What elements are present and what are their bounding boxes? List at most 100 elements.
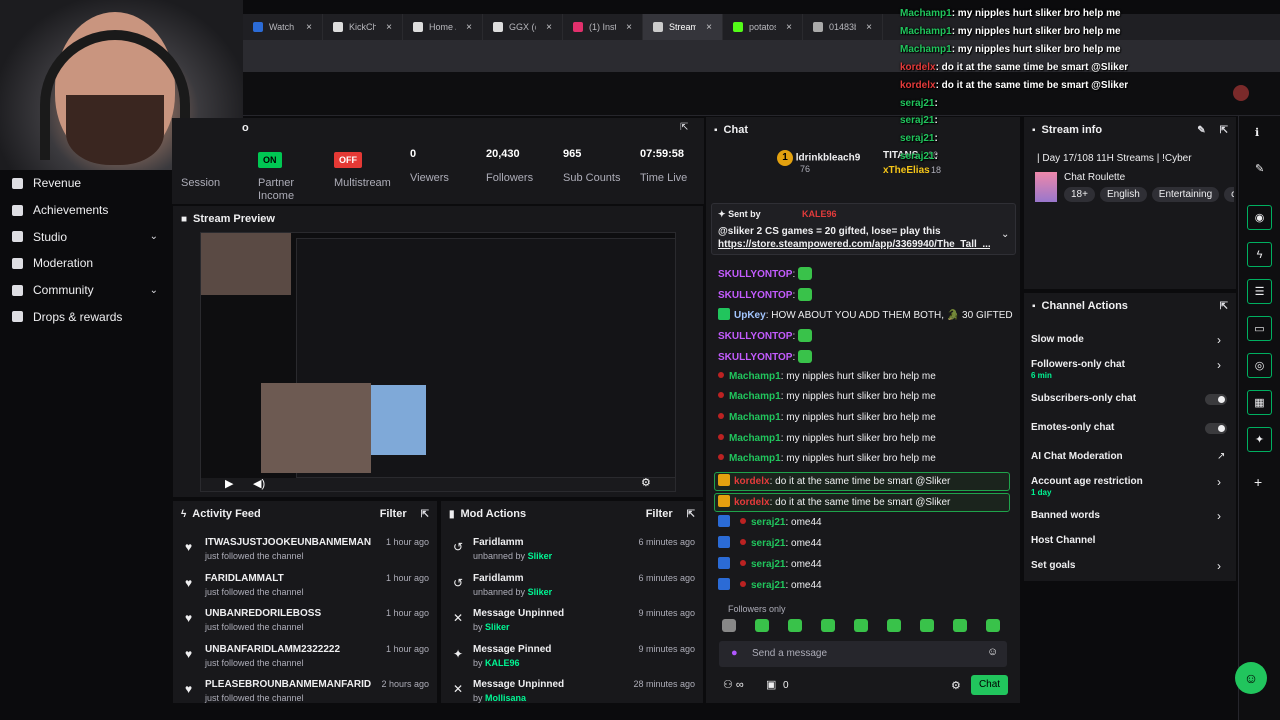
chat-username[interactable]: seraj21	[751, 517, 785, 528]
emote-icon[interactable]	[722, 619, 736, 632]
points-icon[interactable]: ⚇ ∞	[723, 678, 744, 691]
chat-message[interactable]: Machamp1: my nipples hurt sliker bro hel…	[718, 453, 936, 464]
settings-icon[interactable]: ⚙	[641, 476, 651, 489]
activity-filter-button[interactable]: Filter	[380, 508, 407, 520]
chat-username[interactable]: Machamp1	[729, 391, 781, 402]
stream-tag[interactable]: 18+	[1064, 187, 1095, 202]
stream-preview-video[interactable]: ▶ ◀) ⚙	[200, 232, 676, 492]
emote-icon[interactable]	[920, 619, 934, 632]
chat-message[interactable]: UpKey: HOW ABOUT YOU ADD THEM BOTH, 🐊 30…	[718, 308, 1013, 321]
chat-send-button[interactable]: Chat	[971, 675, 1008, 695]
chat-message[interactable]: SKULLYONTOP:	[718, 329, 813, 343]
channel-action-slow-mode[interactable]: Slow mode	[1031, 334, 1084, 345]
moderator-name[interactable]: Mollisana	[485, 693, 526, 703]
browser-tab[interactable]: Watch Ic ×	[243, 14, 323, 40]
chat-message[interactable]: seraj21: ome44	[718, 536, 822, 549]
browser-tab[interactable]: (1) Insta ×	[563, 14, 643, 40]
chat-message[interactable]: seraj21: ome44	[718, 515, 822, 528]
chevron-down-icon[interactable]: ⌄	[1001, 229, 1009, 240]
emoji-icon[interactable]: ☺	[987, 646, 998, 658]
chat-username[interactable]: Machamp1	[729, 433, 781, 444]
chat-message[interactable]: Machamp1: my nipples hurt sliker bro hel…	[718, 371, 936, 382]
popout-icon[interactable]: ⇱	[1220, 125, 1228, 136]
stat-multistream[interactable]: OFF Multistream	[334, 152, 391, 189]
browser-tab[interactable]: KickChar ×	[323, 14, 403, 40]
chat-message[interactable]: Machamp1: my nipples hurt sliker bro hel…	[718, 391, 936, 402]
chevron-down-icon[interactable]: ⌄	[150, 231, 158, 242]
moderator-name[interactable]: Sliker	[528, 551, 553, 561]
volume-icon[interactable]: ◀)	[253, 477, 265, 490]
chat-username[interactable]: SKULLYONTOP	[718, 269, 792, 280]
chat-message[interactable]: SKULLYONTOP:	[718, 287, 813, 301]
mod-filter-button[interactable]: Filter	[646, 508, 673, 520]
nav-item-revenue[interactable]: Revenue	[0, 170, 172, 197]
support-bubble-icon[interactable]: ☺	[1235, 662, 1267, 694]
chat-username[interactable]: Machamp1	[729, 412, 781, 423]
emote-icon[interactable]	[788, 619, 802, 632]
chevron-right-icon[interactable]: ›	[1217, 509, 1221, 523]
chevron-down-icon[interactable]: ⌄	[150, 285, 158, 296]
moderator-name[interactable]: Sliker	[485, 622, 510, 632]
nav-item-community[interactable]: Community ⌄	[0, 277, 172, 304]
channel-action-host-channel[interactable]: Host Channel	[1031, 535, 1095, 546]
activity-user[interactable]: FARIDLAMMALT	[205, 573, 284, 584]
chat-message[interactable]: seraj21: ome44	[718, 556, 822, 570]
chat-message[interactable]: Machamp1: my nipples hurt sliker bro hel…	[718, 412, 936, 423]
stream-tag[interactable]: English	[1099, 187, 1147, 202]
stream-category[interactable]: Chat Roulette	[1064, 172, 1125, 183]
nav-item-moderation[interactable]: Moderation	[0, 250, 172, 277]
pinned-link[interactable]: https://store.steampowered.com/app/33699…	[718, 239, 990, 250]
emote-icon[interactable]	[887, 619, 901, 632]
chevron-right-icon[interactable]: ›	[1217, 333, 1221, 347]
info-rail-icon[interactable]: ℹ	[1255, 126, 1259, 139]
nav-item-drops-rewards[interactable]: Drops & rewards	[0, 303, 172, 330]
stream-tag[interactable]: Entertaining	[1151, 187, 1220, 202]
popout-icon[interactable]: ⇱	[680, 122, 688, 133]
channel-action-emotes-only-chat[interactable]: Emotes-only chat	[1031, 422, 1114, 433]
activity-user[interactable]: ITWASJUSTJOOKEUNBANMEMAN	[205, 537, 371, 548]
chat-username[interactable]: kordelx	[734, 476, 770, 487]
emote-icon[interactable]	[854, 619, 868, 632]
channel-action-banned-words[interactable]: Banned words	[1031, 510, 1100, 521]
channel-action-set-goals[interactable]: Set goals	[1031, 560, 1075, 571]
popout-icon[interactable]: ⇱	[687, 509, 695, 520]
emote-icon[interactable]	[953, 619, 967, 632]
nav-item-studio[interactable]: Studio ⌄	[0, 223, 172, 250]
chat-input[interactable]: ● Send a message ☺	[719, 641, 1007, 667]
toggle-switch[interactable]	[1205, 394, 1227, 405]
activity-user[interactable]: UNBANREDORILEBOSS	[205, 608, 321, 619]
chat-username[interactable]: Machamp1	[729, 453, 781, 464]
popout-icon[interactable]: ⇱	[1220, 301, 1228, 312]
emote-icon[interactable]	[986, 619, 1000, 632]
toggle-switch[interactable]	[1205, 423, 1227, 434]
activity-user[interactable]: UNBANFARIDLAMM2322222	[205, 644, 340, 655]
chat-message[interactable]: seraj21: ome44	[718, 577, 822, 591]
stat-partner-income[interactable]: ON Partner Income	[258, 152, 318, 203]
chat-username[interactable]: seraj21	[751, 580, 785, 591]
chat-message[interactable]: Machamp1: my nipples hurt sliker bro hel…	[718, 433, 936, 444]
emote-icon[interactable]	[755, 619, 769, 632]
external-link-icon[interactable]: ↗	[1217, 451, 1225, 462]
rail-list-icon[interactable]: ☰	[1247, 279, 1272, 304]
emote-icon[interactable]	[821, 619, 835, 632]
edit-icon[interactable]: ✎	[1197, 125, 1205, 136]
channel-action-subscribers-only-chat[interactable]: Subscribers-only chat	[1031, 393, 1136, 404]
stream-tag[interactable]: c	[1224, 187, 1234, 202]
chat-username[interactable]: seraj21	[751, 559, 785, 570]
browser-tab[interactable]: 01483b ×	[803, 14, 883, 40]
channel-action-followers-only-chat[interactable]: Followers-only chat 6 min	[1031, 359, 1125, 380]
rail-lightning-icon[interactable]: ϟ	[1247, 242, 1272, 267]
rail-camera-icon[interactable]: ◉	[1247, 205, 1272, 230]
close-tab-icon[interactable]: ×	[866, 22, 872, 33]
chat-username[interactable]: Machamp1	[729, 371, 781, 382]
close-tab-icon[interactable]: ×	[546, 22, 552, 33]
chat-username[interactable]: seraj21	[751, 538, 785, 549]
chat-message[interactable]: SKULLYONTOP:	[718, 349, 813, 363]
chat-username[interactable]: kordelx	[734, 497, 770, 508]
chat-username[interactable]: SKULLYONTOP	[718, 352, 792, 363]
chat-username[interactable]: UpKey	[734, 310, 766, 321]
chevron-right-icon[interactable]: ›	[1217, 475, 1221, 489]
close-tab-icon[interactable]: ×	[626, 22, 632, 33]
pencil-rail-icon[interactable]: ✎	[1255, 162, 1264, 175]
gift-icon[interactable]: ▣	[766, 678, 776, 691]
